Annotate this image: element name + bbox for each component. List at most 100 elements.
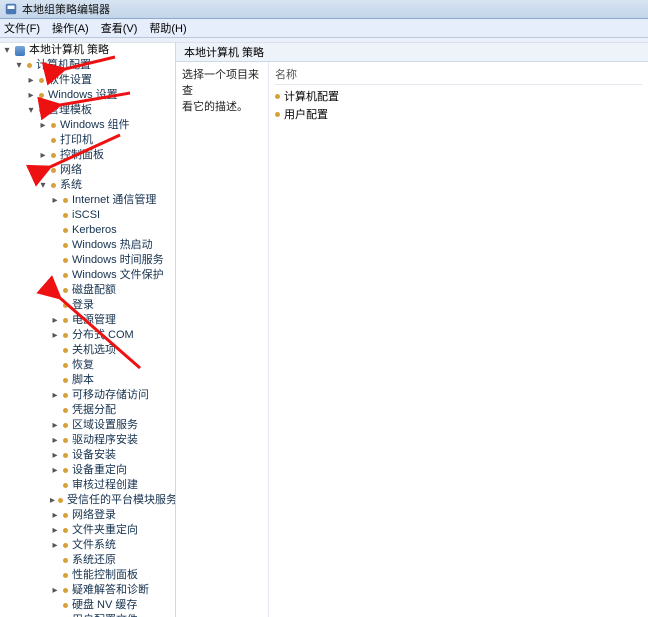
- tree-control-panel[interactable]: ▸控制面板: [38, 148, 175, 163]
- tree-label: Windows 设置: [48, 88, 118, 103]
- expand-icon[interactable]: ▸: [38, 166, 48, 176]
- expand-icon[interactable]: ▸: [50, 466, 60, 476]
- tree-item-cred-delegation[interactable]: 凭据分配: [50, 403, 175, 418]
- policy-tree[interactable]: ▾ 本地计算机 策略 ▾ 计算机配置 ▸软件设置: [0, 43, 175, 617]
- expand-icon[interactable]: ▸: [26, 76, 36, 86]
- expand-icon[interactable]: ▾: [26, 106, 36, 116]
- folder-icon: [58, 498, 63, 503]
- tree-label: 凭据分配: [72, 403, 116, 418]
- column-header-name[interactable]: 名称: [275, 66, 642, 85]
- details-pane: 本地计算机 策略 选择一个项目来查 看它的描述。 名称 计算机配置 用户配置: [176, 43, 648, 617]
- description-text: 选择一个项目来查: [182, 66, 262, 98]
- tree-label: Windows 组件: [60, 118, 130, 133]
- tree-item-win-hotstart[interactable]: Windows 热启动: [50, 238, 175, 253]
- tree-label: 网络: [60, 163, 82, 178]
- tree-item-power-mgmt[interactable]: ▸电源管理: [50, 313, 175, 328]
- tree-item-sys-restore[interactable]: 系统还原: [50, 553, 175, 568]
- tree-item-troubleshoot[interactable]: ▸疑难解答和诊断: [50, 583, 175, 598]
- expand-icon[interactable]: ▸: [50, 196, 60, 206]
- tree-item-folder-redirect[interactable]: ▸文件夹重定向: [50, 523, 175, 538]
- expand-icon[interactable]: ▸: [50, 421, 60, 431]
- folder-icon: [63, 513, 68, 518]
- expand-icon[interactable]: ▸: [50, 496, 55, 506]
- expand-icon[interactable]: ▸: [50, 451, 60, 461]
- expand-icon[interactable]: ▸: [50, 511, 60, 521]
- tree-item-iscsi[interactable]: iSCSI: [50, 208, 175, 223]
- tree-item-perf-panel[interactable]: 性能控制面板: [50, 568, 175, 583]
- tree-item-net-logon[interactable]: ▸网络登录: [50, 508, 175, 523]
- menu-file[interactable]: 文件(F): [4, 20, 40, 36]
- tree-network[interactable]: ▸ 网络: [38, 163, 175, 178]
- tree-label: 登录: [72, 298, 94, 313]
- expand-icon[interactable]: ▸: [50, 331, 60, 341]
- tree-item-win-time[interactable]: Windows 时间服务: [50, 253, 175, 268]
- root-icon: [15, 46, 25, 56]
- name-column: 名称 计算机配置 用户配置: [269, 62, 648, 617]
- tree-item-user-profile[interactable]: ▸用户配置文件: [50, 613, 175, 617]
- tree-system[interactable]: ▾系统: [38, 178, 175, 193]
- tree-software-settings[interactable]: ▸软件设置: [26, 73, 175, 88]
- menu-action[interactable]: 操作(A): [52, 20, 89, 36]
- folder-icon: [63, 483, 68, 488]
- tree-computer-config[interactable]: ▾ 计算机配置: [14, 58, 175, 73]
- tree-root[interactable]: ▾ 本地计算机 策略: [2, 43, 175, 58]
- tree-label: 计算机配置: [36, 58, 91, 73]
- tree-item-audit-proc[interactable]: 审核过程创建: [50, 478, 175, 493]
- expand-icon[interactable]: ▸: [38, 121, 48, 131]
- details-header: 本地计算机 策略: [176, 43, 648, 62]
- tree-label: 设备安装: [72, 448, 116, 463]
- expand-icon[interactable]: ▸: [50, 316, 60, 326]
- description-text: 看它的描述。: [182, 98, 262, 114]
- expand-icon[interactable]: ▸: [50, 436, 60, 446]
- tree-item-trusted-modules[interactable]: ▸受信任的平台模块服务: [50, 493, 175, 508]
- tree-item-recovery[interactable]: 恢复: [50, 358, 175, 373]
- tree-admin-templates[interactable]: ▾管理模板: [26, 103, 175, 118]
- tree-item-internet-mgmt[interactable]: ▸Internet 通信管理: [50, 193, 175, 208]
- tree-item-shutdown-opt[interactable]: 关机选项: [50, 343, 175, 358]
- folder-icon: [39, 108, 44, 113]
- tree-item-nv-cache[interactable]: 硬盘 NV 缓存: [50, 598, 175, 613]
- folder-icon: [51, 138, 56, 143]
- description-column: 选择一个项目来查 看它的描述。: [176, 62, 269, 617]
- tree-item-driver-install[interactable]: ▸驱动程序安装: [50, 433, 175, 448]
- tree-label: 文件系统: [72, 538, 116, 553]
- expand-icon[interactable]: ▸: [38, 151, 48, 161]
- tree-label: 设备重定向: [72, 463, 127, 478]
- expand-icon[interactable]: ▸: [26, 91, 36, 101]
- menu-help[interactable]: 帮助(H): [149, 20, 186, 36]
- folder-icon: [63, 258, 68, 263]
- tree-item-logon[interactable]: 登录: [50, 298, 175, 313]
- folder-icon: [63, 453, 68, 458]
- titlebar: 本地组策略编辑器: [0, 0, 648, 19]
- tree-item-disk-quota[interactable]: 磁盘配额: [50, 283, 175, 298]
- tree-item-dcom[interactable]: ▸ 分布式 COM: [50, 328, 175, 343]
- folder-icon: [63, 588, 68, 593]
- tree-item-device-redirect[interactable]: ▸ 设备重定向: [50, 463, 175, 478]
- tree-printers[interactable]: 打印机: [38, 133, 175, 148]
- tree-label: 打印机: [60, 133, 93, 148]
- tree-pane: ▾ 本地计算机 策略 ▾ 计算机配置 ▸软件设置: [0, 43, 176, 617]
- expand-icon[interactable]: ▸: [50, 541, 60, 551]
- expand-icon[interactable]: ▸: [50, 586, 60, 596]
- tree-item-kerberos[interactable]: Kerberos: [50, 223, 175, 238]
- tree-label: 分布式 COM: [72, 328, 134, 343]
- tree-windows-settings[interactable]: ▸ Windows 设置: [26, 88, 175, 103]
- expand-icon[interactable]: ▸: [50, 526, 60, 536]
- tree-label: 性能控制面板: [72, 568, 138, 583]
- expand-icon[interactable]: ▾: [38, 181, 48, 191]
- tree-item-device-install[interactable]: ▸ 设备安装: [50, 448, 175, 463]
- expand-icon[interactable]: ▾: [2, 46, 12, 56]
- expand-icon[interactable]: ▸: [50, 391, 60, 401]
- list-item-computer-config[interactable]: 计算机配置: [275, 87, 642, 105]
- folder-icon: [275, 94, 280, 99]
- folder-icon: [63, 468, 68, 473]
- tree-item-locale-services[interactable]: ▸区域设置服务: [50, 418, 175, 433]
- tree-item-filesystem[interactable]: ▸ 文件系统: [50, 538, 175, 553]
- tree-item-scripts[interactable]: 脚本: [50, 373, 175, 388]
- tree-windows-components[interactable]: ▸ Windows 组件: [38, 118, 175, 133]
- tree-item-removable-storage[interactable]: ▸可移动存储访问: [50, 388, 175, 403]
- list-item-user-config[interactable]: 用户配置: [275, 105, 642, 123]
- menu-view[interactable]: 查看(V): [101, 20, 138, 36]
- tree-item-win-fileprot[interactable]: Windows 文件保护: [50, 268, 175, 283]
- expand-icon[interactable]: ▾: [14, 61, 24, 71]
